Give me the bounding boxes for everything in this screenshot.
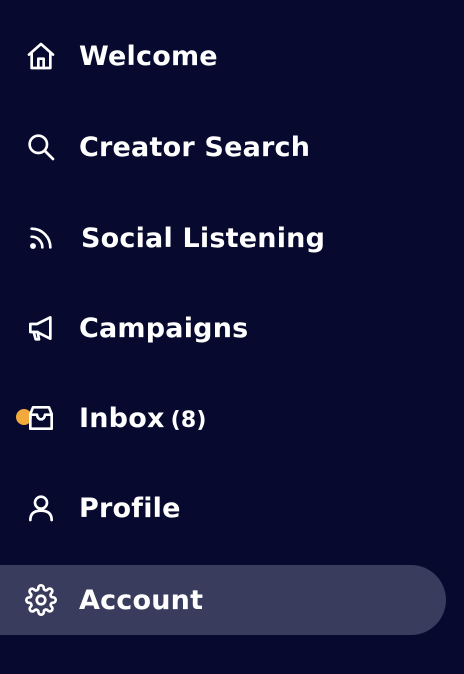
megaphone-icon	[24, 311, 58, 345]
sidebar-item-label: Campaigns	[79, 312, 249, 344]
sidebar-nav: Welcome Creator Search Social Listening …	[0, 0, 464, 674]
sidebar-item-inbox[interactable]: Inbox (8)	[0, 383, 446, 453]
rss-icon	[24, 221, 58, 255]
sidebar-item-label: Inbox (8)	[79, 405, 207, 432]
sidebar-item-label: Account	[79, 584, 204, 616]
inbox-label: Inbox	[79, 402, 165, 434]
sidebar-item-welcome[interactable]: Welcome	[0, 21, 446, 91]
sidebar-item-creator-search[interactable]: Creator Search	[0, 112, 446, 182]
home-icon	[24, 39, 58, 73]
inbox-icon	[24, 401, 58, 435]
sidebar-item-label: Creator Search	[79, 131, 311, 163]
sidebar-item-label: Welcome	[79, 40, 218, 72]
sidebar-item-campaigns[interactable]: Campaigns	[0, 293, 446, 363]
gear-icon	[24, 583, 58, 617]
search-icon	[24, 130, 58, 164]
user-icon	[24, 491, 58, 525]
sidebar-item-label: Social Listening	[81, 222, 326, 254]
sidebar-item-account[interactable]: Account	[0, 565, 446, 635]
sidebar-item-label: Profile	[79, 492, 181, 524]
sidebar-item-profile[interactable]: Profile	[0, 473, 446, 543]
sidebar-item-social-listening[interactable]: Social Listening	[0, 203, 446, 273]
inbox-count: (8)	[170, 407, 207, 433]
